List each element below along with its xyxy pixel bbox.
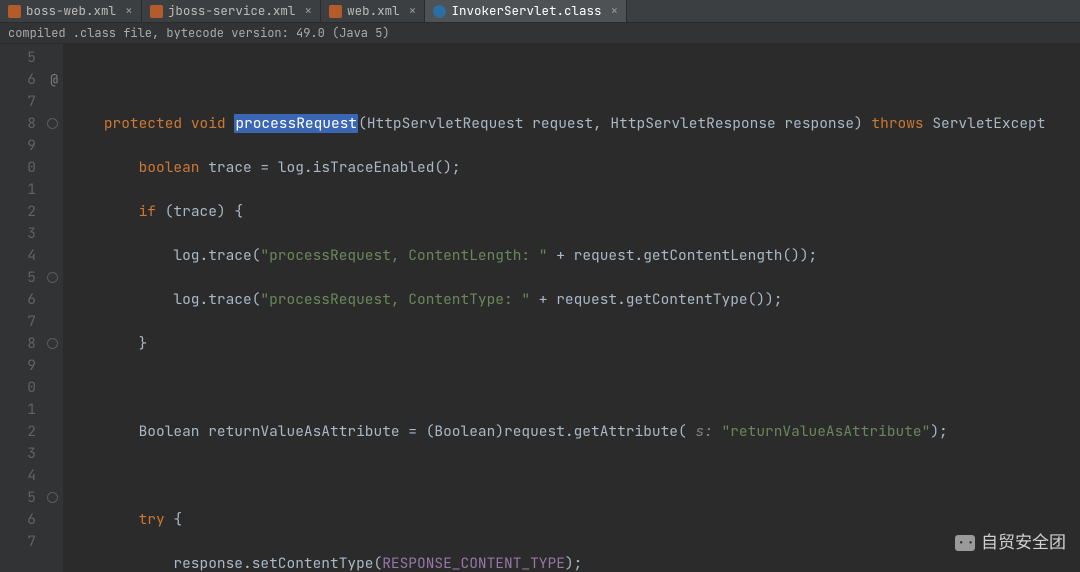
line-number: 9 — [0, 135, 60, 157]
close-icon[interactable]: × — [405, 0, 417, 22]
class-file-icon — [433, 5, 446, 18]
code-line: boolean trace = log.isTraceEnabled(); — [63, 157, 1080, 179]
line-number: 7 — [0, 91, 60, 113]
code-editor[interactable]: 5 6 7 8 9 0 1 2 3 4 5 6 7 8 9 0 1 2 3 4 … — [0, 44, 1080, 572]
close-icon[interactable]: × — [121, 0, 133, 22]
code-line: protected void processRequest(HttpServle… — [63, 113, 1080, 135]
code-line: } — [63, 333, 1080, 355]
line-number-gutter: 5 6 7 8 9 0 1 2 3 4 5 6 7 8 9 0 1 2 3 4 … — [0, 44, 63, 572]
line-number: 7 — [0, 311, 60, 333]
code-line — [63, 377, 1080, 399]
line-number: 5 — [0, 47, 60, 69]
tab-label: jboss-service.xml — [168, 0, 296, 22]
line-number: 0 — [0, 157, 60, 179]
line-number: 6 — [0, 509, 60, 531]
wechat-chat-icon — [955, 535, 975, 551]
tab-web-xml[interactable]: web.xml× — [321, 0, 425, 22]
watermark-text: 自贸安全团 — [981, 532, 1066, 554]
tab-label: boss-web.xml — [26, 0, 116, 22]
line-number: 4 — [0, 465, 60, 487]
tab-jboss-service[interactable]: jboss-service.xml× — [142, 0, 321, 22]
line-number: 4 — [0, 245, 60, 267]
selected-method-name: processRequest — [234, 114, 358, 133]
code-line — [63, 69, 1080, 91]
tab-label: web.xml — [347, 0, 400, 22]
line-number: 3 — [0, 443, 60, 465]
line-number: 8 — [0, 333, 60, 355]
line-number: 5 — [0, 267, 60, 289]
compiled-file-info-bar: compiled .class file, bytecode version: … — [0, 23, 1080, 44]
code-line: log.trace("processRequest, ContentType: … — [63, 289, 1080, 311]
tab-label: InvokerServlet.class — [451, 0, 601, 22]
code-line: response.setContentType(RESPONSE_CONTENT… — [63, 553, 1080, 572]
line-number: 6 — [0, 69, 60, 91]
tab-boss-web[interactable]: boss-web.xml× — [0, 0, 142, 22]
line-number: 1 — [0, 399, 60, 421]
code-line: Boolean returnValueAsAttribute = (Boolea… — [63, 421, 1080, 443]
editor-tabs: boss-web.xml× jboss-service.xml× web.xml… — [0, 0, 1080, 23]
line-number: 8 — [0, 113, 60, 135]
tab-invoker-servlet[interactable]: InvokerServlet.class × — [425, 0, 627, 22]
line-number: 7 — [0, 531, 60, 553]
xml-file-icon — [329, 5, 342, 18]
fold-handle-icon[interactable] — [47, 492, 58, 503]
close-icon[interactable]: × — [607, 0, 619, 22]
xml-file-icon — [150, 5, 163, 18]
fold-handle-icon[interactable] — [47, 272, 58, 283]
line-number: 3 — [0, 223, 60, 245]
fold-handle-icon[interactable] — [47, 118, 58, 129]
watermark-overlay: 自贸安全团 — [955, 532, 1066, 554]
line-number: 9 — [0, 355, 60, 377]
fold-handle-icon[interactable] — [47, 338, 58, 349]
line-number: 2 — [0, 421, 60, 443]
code-line — [63, 465, 1080, 487]
line-number: 0 — [0, 377, 60, 399]
code-content[interactable]: protected void processRequest(HttpServle… — [63, 44, 1080, 572]
code-line: if (trace) { — [63, 201, 1080, 223]
line-number: 6 — [0, 289, 60, 311]
code-line: try { — [63, 509, 1080, 531]
code-line: log.trace("processRequest, ContentLength… — [63, 245, 1080, 267]
xml-file-icon — [8, 5, 21, 18]
line-number: 5 — [0, 487, 60, 509]
line-number: 1 — [0, 179, 60, 201]
close-icon[interactable]: × — [300, 0, 312, 22]
line-number: 2 — [0, 201, 60, 223]
